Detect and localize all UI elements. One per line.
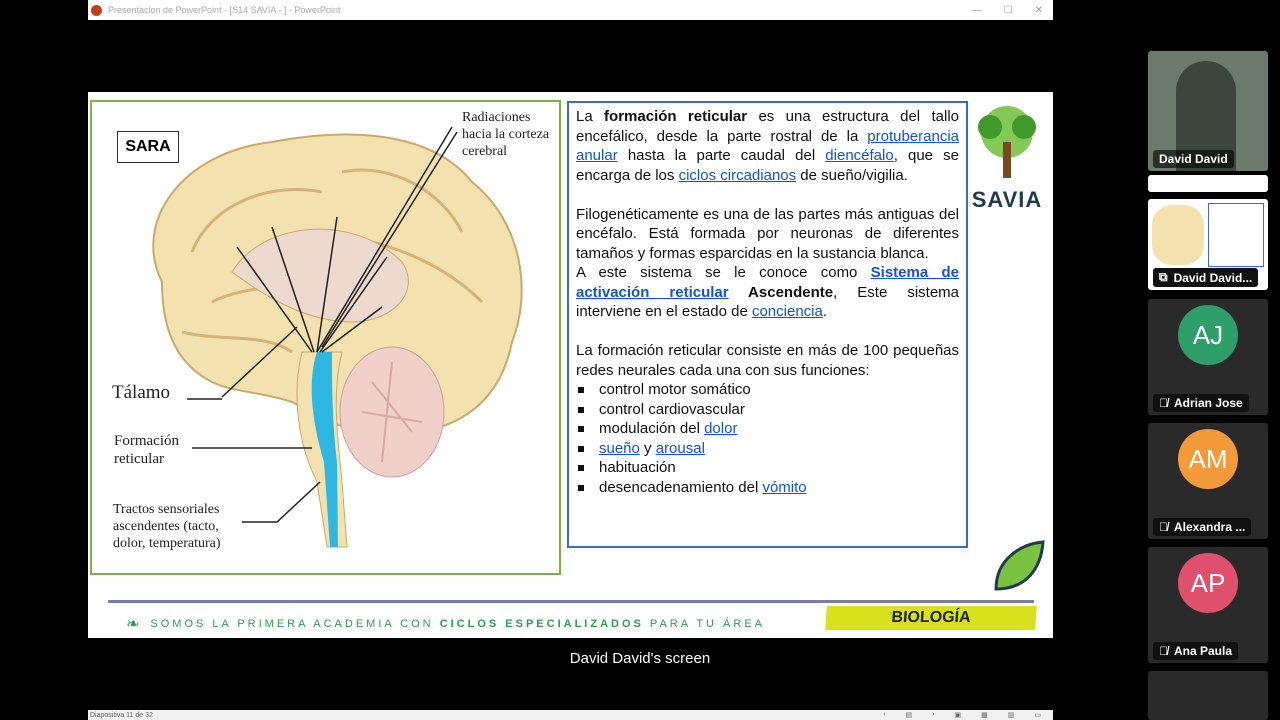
paragraph-2: Filogenéticamente es una de las partes m… xyxy=(576,205,959,262)
next-slide-button[interactable]: › xyxy=(932,711,934,719)
link-sueno[interactable]: sueño xyxy=(599,440,640,457)
list-item: control motor somático xyxy=(576,380,959,400)
leaf-icon xyxy=(994,540,1045,591)
mic-muted-icon: 🎙̸ xyxy=(1159,520,1168,534)
close-button[interactable]: ✕ xyxy=(1035,5,1043,16)
tile-strip xyxy=(1148,175,1268,192)
link-dolor[interactable]: dolor xyxy=(704,420,737,437)
participant-ana[interactable]: AP 🎙̸ Ana Paula xyxy=(1148,547,1268,663)
paragraph-3: A este sistema se le conoce como Sistema… xyxy=(576,264,960,320)
footer-slogan: ❧ SOMOS LA PRIMERA ACADEMIA CON CICLOS E… xyxy=(126,616,765,633)
list-item: modulación del dolor xyxy=(576,419,959,439)
footer-divider xyxy=(108,600,1034,603)
label-radiaciones: Radiaciones hacia la corteza cerebral xyxy=(462,110,550,159)
participant-adrian[interactable]: AJ 🎙̸ Adrian Jose xyxy=(1148,299,1268,415)
sorter-view-button[interactable]: ▦ xyxy=(981,711,988,719)
screen-share-caption: David David's screen xyxy=(569,650,711,667)
list-item: sueño y arousal xyxy=(576,439,959,459)
link-ciclos[interactable]: ciclos circadianos xyxy=(679,167,797,184)
link-vomito[interactable]: vómito xyxy=(762,479,806,496)
thumbnail-text xyxy=(1208,203,1264,267)
minimize-button[interactable]: — xyxy=(972,5,982,16)
tree-icon xyxy=(978,106,1036,178)
prev-slide-button[interactable]: ‹ xyxy=(883,711,885,719)
link-diencefalo[interactable]: diencéfalo xyxy=(825,147,893,164)
description-textbox: La formación reticular es una estructura… xyxy=(567,101,968,548)
subject-banner: BIOLOGÍA xyxy=(825,606,1037,630)
label-talamo: Tálamo xyxy=(112,382,171,403)
leaf-small-icon: ❧ xyxy=(126,616,143,633)
avatar: AM xyxy=(1178,429,1238,489)
participant-alexandra[interactable]: AM 🎙̸ Alexandra ... xyxy=(1148,423,1268,539)
maximize-button[interactable]: ☐ xyxy=(1004,5,1013,16)
normal-view-button[interactable]: ▣ xyxy=(955,711,962,719)
label-formacion-reticular: Formación reticular xyxy=(114,433,179,467)
label-tractos: Tractos sensoriales ascendentes (tacto, … xyxy=(113,502,221,551)
list-item: control cardiovascular xyxy=(576,400,959,420)
window-titlebar: Presentacion de PowerPoint - [S14 SAVIA … xyxy=(88,0,1053,20)
participant-video-david[interactable]: David David xyxy=(1148,51,1268,171)
brain-figure: SARA Radiaciones hacia la corteza cerebr… xyxy=(90,100,561,575)
reading-view-button[interactable]: ▥ xyxy=(1008,711,1015,719)
link-conciencia[interactable]: conciencia xyxy=(752,303,823,320)
participant-screen-share[interactable]: ⧉ David David... xyxy=(1148,199,1268,290)
mic-muted-icon: 🎙̸ xyxy=(1159,644,1168,658)
participant-tile-partial[interactable] xyxy=(1148,671,1268,720)
screen-share-icon: ⧉ xyxy=(1159,270,1168,284)
thumbnail-brain xyxy=(1152,205,1204,265)
slideshow-button[interactable]: ▭ xyxy=(1034,711,1041,719)
paragraph-4: La formación reticular consiste en más d… xyxy=(576,342,959,379)
window-title: Presentacion de PowerPoint - [S14 SAVIA … xyxy=(108,5,341,15)
avatar: AP xyxy=(1178,553,1238,613)
sara-badge: SARA xyxy=(117,131,179,163)
list-item: desencadenamiento del vómito xyxy=(576,478,959,498)
link-arousal[interactable]: arousal xyxy=(656,440,705,457)
slide-counter: Diapositiva 11 de 32 xyxy=(90,711,153,719)
list-item: habituación xyxy=(576,458,959,478)
avatar: AJ xyxy=(1178,305,1238,365)
savia-logo: SAVIA xyxy=(968,102,1046,212)
functions-list: control motor somático control cardiovas… xyxy=(576,380,959,497)
mic-muted-icon: 🎙̸ xyxy=(1159,396,1168,410)
paragraph-1: La formación reticular es una estructura… xyxy=(576,108,959,184)
powerpoint-statusbar: Diapositiva 11 de 32 ‹ ▤ › ▣ ▦ ▥ ▭ xyxy=(88,710,1053,720)
shared-slide: SARA Radiaciones hacia la corteza cerebr… xyxy=(88,92,1053,638)
slide-menu-button[interactable]: ▤ xyxy=(906,711,913,719)
powerpoint-icon xyxy=(91,4,102,16)
